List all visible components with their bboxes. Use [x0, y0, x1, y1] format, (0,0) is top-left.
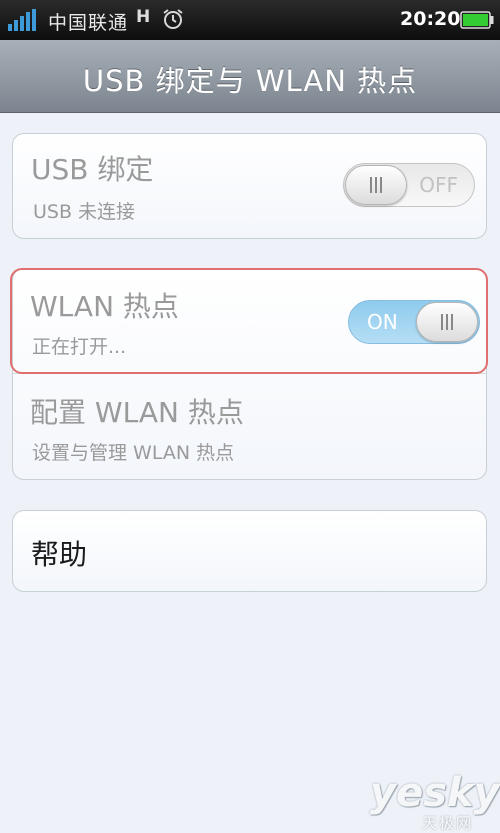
- usb-tethering-title: USB 绑定: [31, 153, 154, 186]
- title-bar: USB 绑定与 WLAN 热点: [0, 40, 500, 113]
- alarm-icon: [163, 9, 183, 29]
- toggle-knob[interactable]: [416, 302, 478, 342]
- wlan-hotspot-card: WLAN 热点 正在打开... ON 配置 WLAN 热点 设置与管理 WLAN…: [12, 268, 487, 480]
- configure-hotspot-title: 配置 WLAN 热点: [30, 396, 244, 429]
- configure-hotspot-item[interactable]: 配置 WLAN 热点 设置与管理 WLAN 热点: [13, 374, 486, 480]
- network-type-icon: H: [136, 7, 151, 27]
- toggle-off-label: OFF: [419, 173, 458, 197]
- clock: 20:20: [400, 8, 461, 30]
- wlan-hotspot-title: WLAN 热点: [30, 290, 179, 323]
- configure-hotspot-subtitle: 设置与管理 WLAN 热点: [32, 442, 235, 464]
- help-item[interactable]: 帮助: [12, 510, 487, 592]
- usb-tethering-status: USB 未连接: [33, 201, 136, 223]
- carrier-name: 中国联通: [48, 12, 129, 34]
- battery-icon: [460, 11, 494, 29]
- usb-tethering-card: USB 绑定 USB 未连接 OFF: [12, 133, 487, 239]
- status-bar: 中国联通 H 20:20: [0, 0, 500, 40]
- grip-icon: [370, 177, 382, 193]
- signal-icon: [8, 9, 36, 31]
- toggle-knob[interactable]: [345, 165, 407, 205]
- toggle-on-label: ON: [367, 310, 398, 334]
- page-title: USB 绑定与 WLAN 热点: [82, 64, 418, 98]
- watermark-logo: yesky 天极网: [370, 770, 500, 832]
- wlan-hotspot-status: 正在打开...: [32, 336, 127, 358]
- help-label: 帮助: [31, 538, 88, 571]
- watermark-sub: 天极网: [422, 814, 474, 832]
- usb-tethering-toggle[interactable]: OFF: [343, 163, 475, 207]
- grip-icon: [441, 314, 453, 330]
- wlan-hotspot-toggle[interactable]: ON: [348, 300, 480, 344]
- watermark-main: yesky: [370, 770, 500, 816]
